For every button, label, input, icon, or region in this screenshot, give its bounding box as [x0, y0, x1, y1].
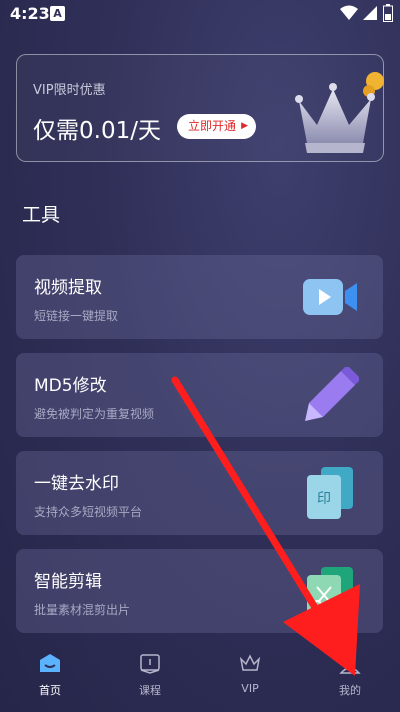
wifi-icon [340, 5, 358, 20]
profile-icon [339, 653, 361, 674]
tool-desc: 短链接一键提取 [34, 309, 119, 323]
vip-promo-banner[interactable]: VIP限时优惠 仅需0.01/天 立即开通 ▶ [16, 54, 384, 162]
nav-item-home[interactable]: 首页 [0, 640, 100, 712]
course-icon [140, 654, 160, 674]
notification-badge: A [50, 6, 65, 21]
pen-icon [305, 367, 359, 421]
status-time: 4:23 [10, 4, 50, 23]
tool-card-smart-edit[interactable]: 智能剪辑 批量素材混剪出片 [16, 549, 383, 633]
bottom-nav: 首页 课程 VIP 我的 [0, 640, 400, 712]
tool-desc: 支持众多短视频平台 [34, 505, 143, 519]
crown-icon [295, 72, 384, 153]
scissors-icon [307, 567, 353, 617]
crown-icon [239, 654, 261, 671]
tool-title: 视频提取 [34, 278, 102, 298]
tool-card-video-extract[interactable]: 视频提取 短链接一键提取 [16, 255, 383, 339]
stamp-icon: 印 [307, 467, 353, 519]
vip-subtitle: VIP限时优惠 [33, 83, 106, 98]
status-bar: 4:23 A [0, 0, 400, 28]
nav-item-course[interactable]: 课程 [100, 640, 200, 712]
tool-desc: 批量素材混剪出片 [34, 603, 131, 617]
signal-icon [363, 6, 377, 20]
tool-desc: 避免被判定为重复视频 [34, 407, 155, 421]
nav-label: VIP [241, 682, 259, 695]
nav-label: 我的 [339, 684, 361, 697]
battery-icon [383, 4, 393, 22]
nav-item-vip[interactable]: VIP [200, 640, 300, 712]
activate-vip-button[interactable]: 立即开通 ▶ [177, 114, 257, 139]
tool-title: MD5修改 [34, 376, 107, 396]
tool-card-md5-modify[interactable]: MD5修改 避免被判定为重复视频 [16, 353, 383, 437]
video-camera-icon [303, 279, 357, 315]
nav-label: 首页 [39, 684, 61, 697]
tool-card-remove-watermark[interactable]: 一键去水印 支持众多短视频平台 印 [16, 451, 383, 535]
svg-text:印: 印 [317, 491, 331, 507]
tools-section-title: 工具 [22, 204, 61, 226]
vip-price: 仅需0.01/天 [33, 118, 161, 144]
activate-vip-button-label: 立即开通 [188, 119, 237, 133]
chevron-right-icon: ▶ [241, 121, 249, 131]
nav-item-profile[interactable]: 我的 [300, 640, 400, 712]
nav-label: 课程 [139, 684, 161, 697]
tool-title: 智能剪辑 [34, 572, 102, 592]
home-icon [40, 654, 60, 672]
tool-title: 一键去水印 [34, 474, 119, 494]
